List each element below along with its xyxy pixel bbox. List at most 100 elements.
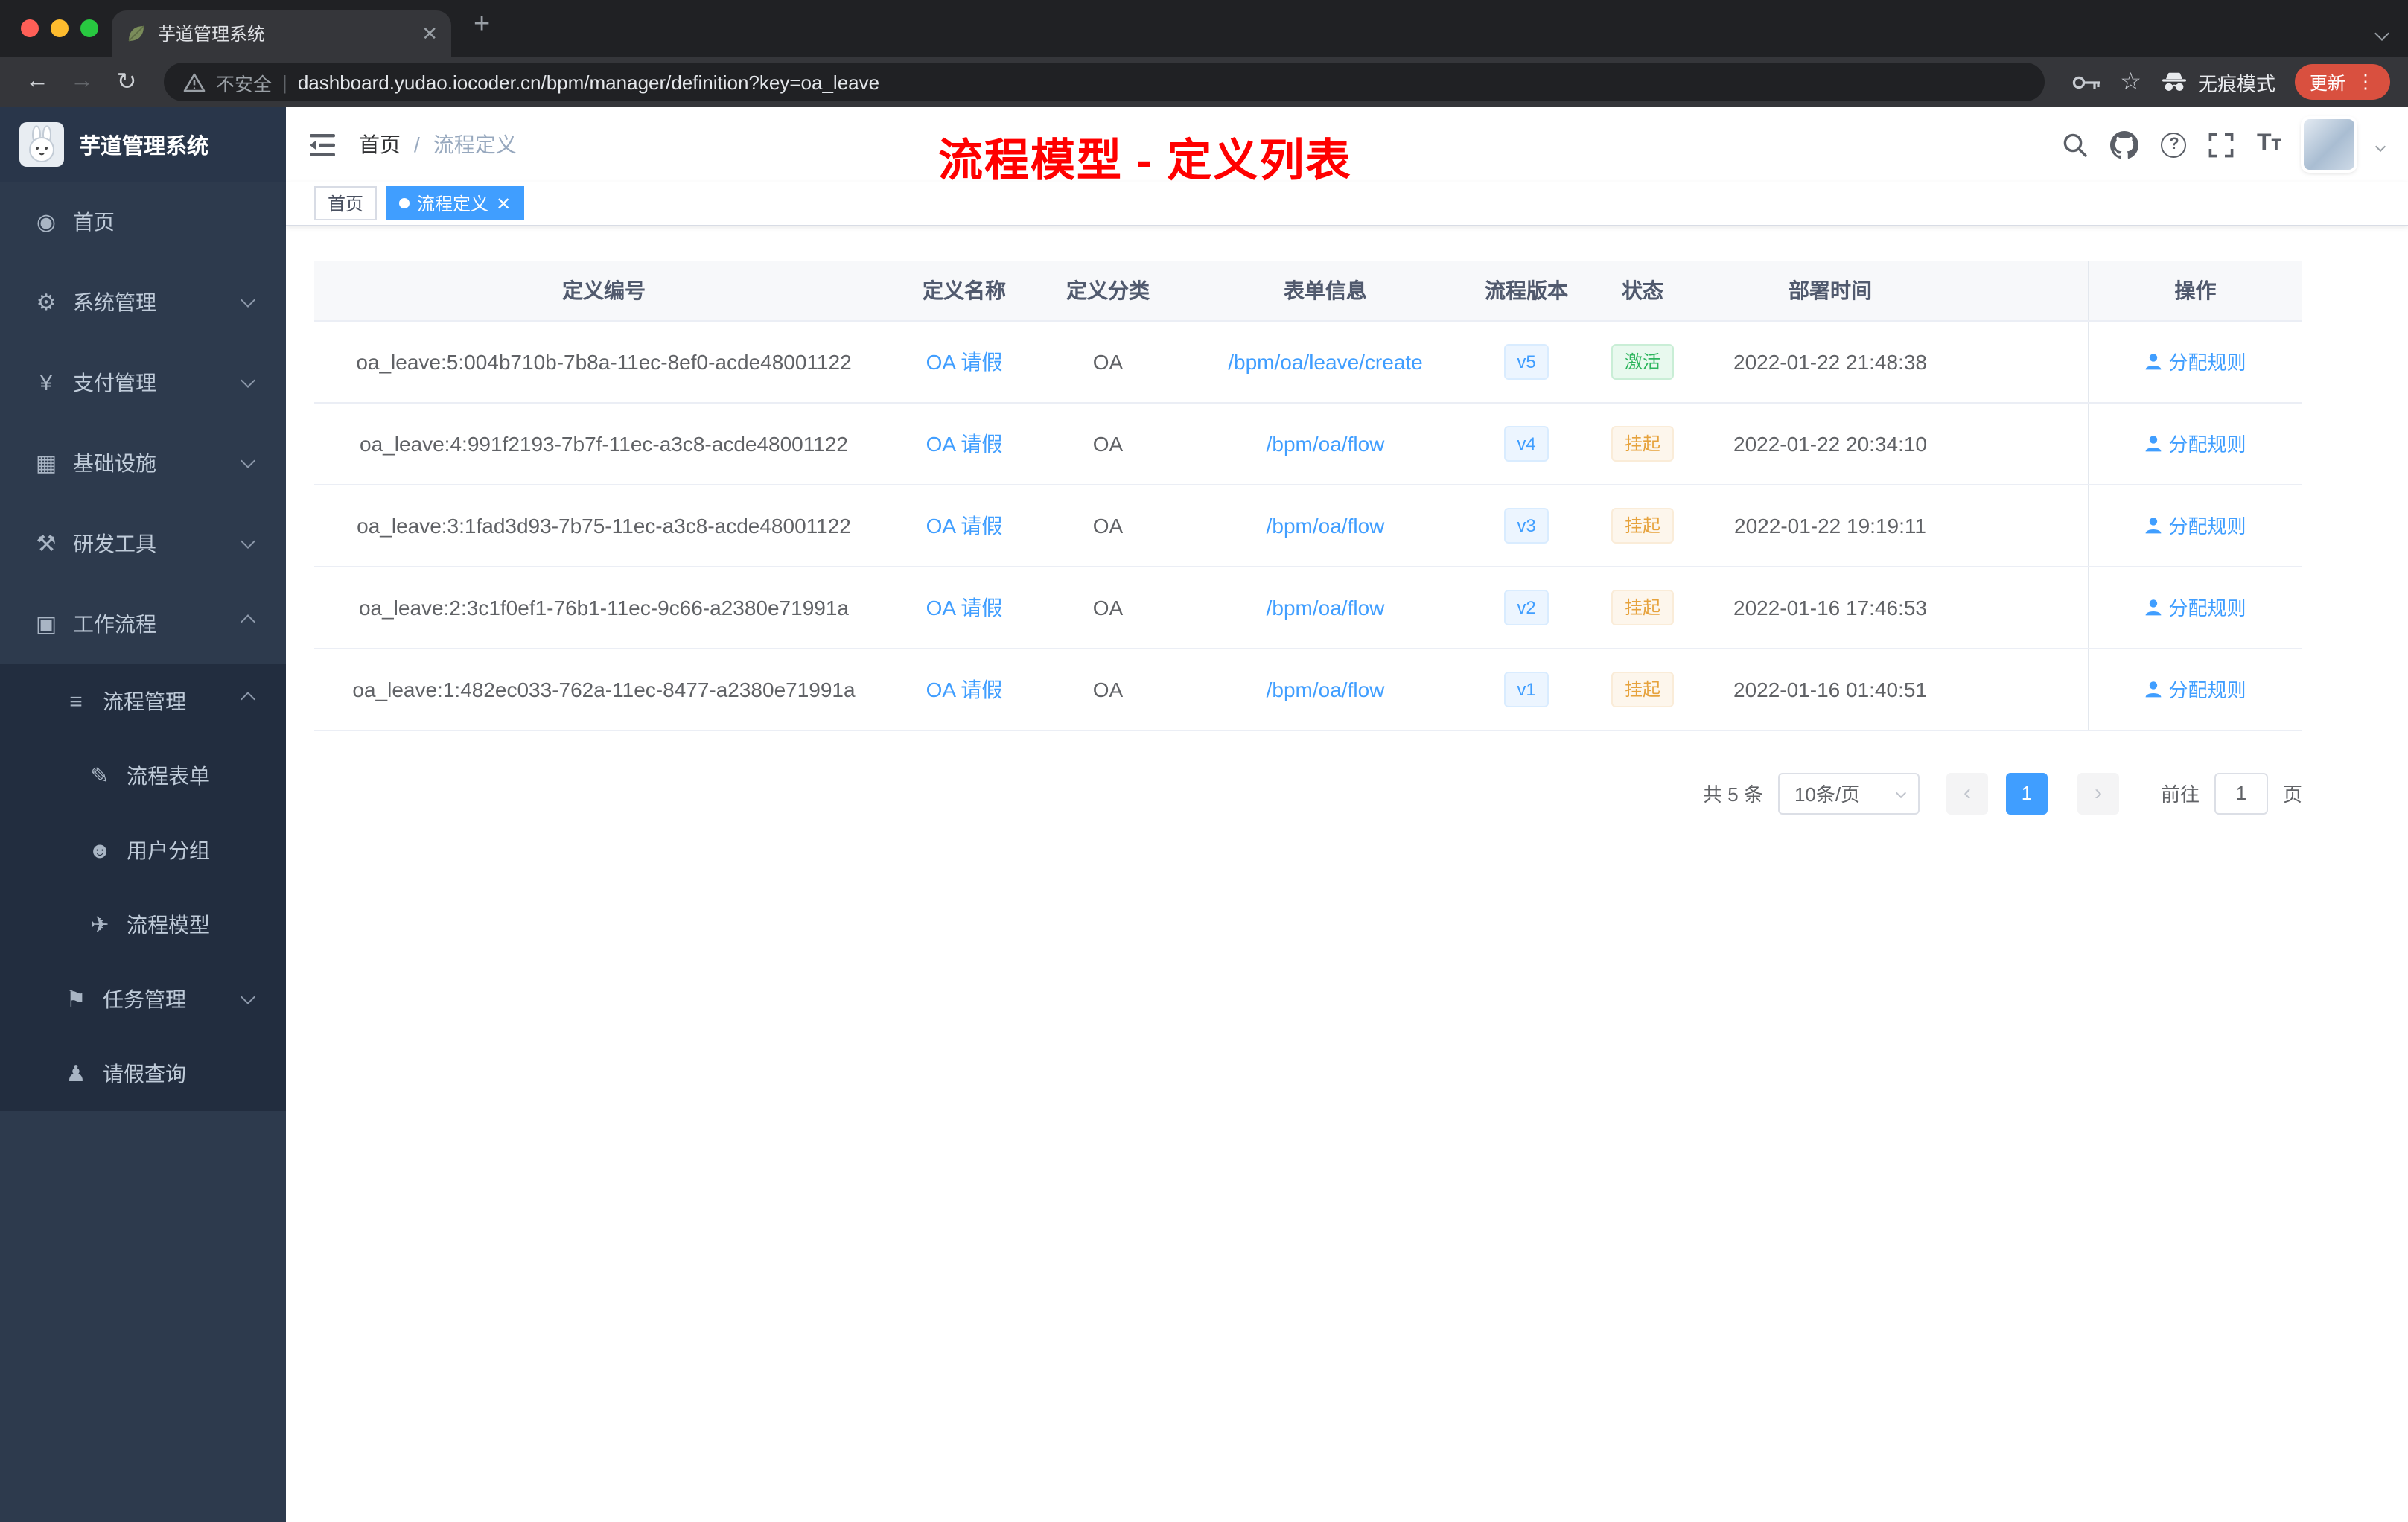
sidebar-item-leave-query[interactable]: ♟ 请假查询 [0,1037,286,1111]
sidebar-item-user-group[interactable]: ☻ 用户分组 [0,813,286,888]
forward-button[interactable]: → [63,69,101,95]
table-row: oa_leave:2:3c1f0ef1-76b1-11ec-9c66-a2380… [314,566,2302,649]
browser-tab[interactable]: 芋道管理系统 ✕ [112,10,451,57]
browser-menu-icon[interactable]: ⋮ [2356,70,2375,94]
form-link[interactable]: /bpm/oa/leave/create [1228,349,1423,373]
cell-deploy-time: 2022-01-22 21:48:38 [1702,320,1958,403]
font-size-icon[interactable]: TT [2257,131,2281,158]
form-link[interactable]: /bpm/oa/flow [1267,431,1385,455]
sidebar-item-system[interactable]: ⚙ 系统管理 [0,262,286,343]
fullscreen-icon[interactable] [2209,132,2235,157]
chevron-up-icon [241,692,255,707]
zoom-window-button[interactable] [80,19,98,37]
tools-icon: ⚒ [36,532,57,557]
list-icon: ≡ [69,689,83,714]
tag-close-icon[interactable]: ✕ [496,194,511,212]
page-number-1[interactable]: 1 [2005,772,2048,814]
cell-status: 挂起 [1583,648,1702,730]
definition-name-link[interactable]: OA 请假 [926,677,1003,701]
table-row: oa_leave:4:991f2193-7b7f-11ec-a3c8-acde4… [314,402,2302,485]
next-page-button[interactable]: › [2077,772,2119,814]
avatar-caret-down-icon[interactable] [2374,131,2386,158]
tab-close-icon[interactable]: ✕ [421,22,438,45]
tag-label: 首页 [328,194,364,214]
sidebar-item-payment[interactable]: ¥ 支付管理 [0,343,286,423]
sidebar-item-process-management[interactable]: ≡ 流程管理 [0,664,286,739]
tab-search-chevron-icon[interactable] [2374,19,2389,46]
sidebar-logo-row[interactable]: 芋道管理系统 [0,107,286,182]
reload-button[interactable]: ↻ [107,67,146,97]
column-header-category: 定义分类 [1035,261,1181,321]
cell-definition-name: OA 请假 [894,648,1035,730]
filler-cell [1958,402,2088,485]
chevron-down-icon [241,534,255,549]
sidebar-item-dev-tools[interactable]: ⚒ 研发工具 [0,503,286,584]
sidebar-item-workflow[interactable]: ▣ 工作流程 [0,584,286,664]
url-text: dashboard.yudao.iocoder.cn/bpm/manager/d… [297,71,880,93]
cell-version: v5 [1470,320,1583,403]
status-badge: 挂起 [1611,671,1674,707]
definition-name-link[interactable]: OA 请假 [926,431,1003,455]
incognito-label: 无痕模式 [2197,72,2275,95]
avatar[interactable] [2304,119,2354,170]
sidebar-item-home[interactable]: ◉ 首页 [0,182,286,262]
cell-definition-name: OA 请假 [894,320,1035,403]
pagination: 共 5 条 10条/页 ‹ 1 › 前往 页 [314,772,2302,814]
goto-page-input[interactable] [2214,772,2268,814]
url-field[interactable]: 不安全 | dashboard.yudao.iocoder.cn/bpm/man… [164,63,2045,101]
cell-action: 分配规则 [2087,320,2302,403]
sidebar-item-process-form[interactable]: ✎ 流程表单 [0,739,286,813]
minimize-window-button[interactable] [51,19,69,37]
column-header-id: 定义编号 [314,261,894,321]
tag-process-definition[interactable]: 流程定义 ✕ [386,186,525,220]
tag-home[interactable]: 首页 [314,186,378,220]
assign-rule-link[interactable]: 分配规则 [2144,593,2246,621]
tags-view: 首页 流程定义 ✕ [286,182,2408,226]
definition-name-link[interactable]: OA 请假 [926,513,1003,537]
person-icon [2146,517,2162,533]
assign-rule-link[interactable]: 分配规则 [2144,675,2246,703]
version-tag: v5 [1503,343,1549,379]
sidebar-item-infrastructure[interactable]: ▦ 基础设施 [0,423,286,503]
person-icon [2146,435,2162,451]
breadcrumb-home[interactable]: 首页 [359,130,401,159]
assign-rule-link[interactable]: 分配规则 [2144,511,2246,539]
bookmark-star-icon[interactable]: ☆ [2120,67,2141,97]
sidebar-item-label: 流程表单 [127,764,210,788]
users-icon: ☻ [88,838,112,863]
hamburger-icon[interactable] [310,133,335,156]
help-icon[interactable]: ? [2161,132,2187,157]
definition-name-link[interactable]: OA 请假 [926,595,1003,619]
definition-name-link[interactable]: OA 请假 [926,349,1003,373]
chevron-down-icon [241,373,255,388]
form-link[interactable]: /bpm/oa/flow [1267,595,1385,619]
search-icon[interactable] [2063,132,2089,157]
github-icon[interactable] [2110,130,2139,159]
sidebar-item-label: 系统管理 [73,290,156,314]
assign-rule-link[interactable]: 分配规则 [2144,347,2246,375]
form-link[interactable]: /bpm/oa/flow [1267,677,1385,701]
cell-action: 分配规则 [2087,484,2302,567]
cell-action: 分配规则 [2087,648,2302,730]
flag-icon: ⚑ [66,987,86,1013]
security-label[interactable]: 不安全 [216,68,272,96]
chevron-down-icon [241,990,255,1004]
cell-form: /bpm/oa/flow [1181,484,1470,567]
sidebar-item-label: 工作流程 [73,612,156,636]
close-window-button[interactable] [21,19,39,37]
page-size-select[interactable]: 10条/页 [1777,772,1920,814]
key-icon[interactable] [2071,72,2100,92]
incognito-badge[interactable]: 无痕模式 [2161,68,2275,96]
assign-rule-link[interactable]: 分配规则 [2144,429,2246,457]
update-button[interactable]: 更新 ⋮ [2294,64,2390,100]
sidebar-item-process-model[interactable]: ✈ 流程模型 [0,888,286,962]
prev-page-button[interactable]: ‹ [1946,772,1988,814]
back-button[interactable]: ← [18,69,57,95]
cell-version: v1 [1470,648,1583,730]
new-tab-button[interactable]: + [474,10,490,39]
version-tag: v3 [1503,507,1549,543]
cell-deploy-time: 2022-01-16 17:46:53 [1702,566,1958,649]
sidebar-item-task-management[interactable]: ⚑ 任务管理 [0,962,286,1037]
form-link[interactable]: /bpm/oa/flow [1267,513,1385,537]
assign-rule-label: 分配规则 [2168,515,2246,538]
